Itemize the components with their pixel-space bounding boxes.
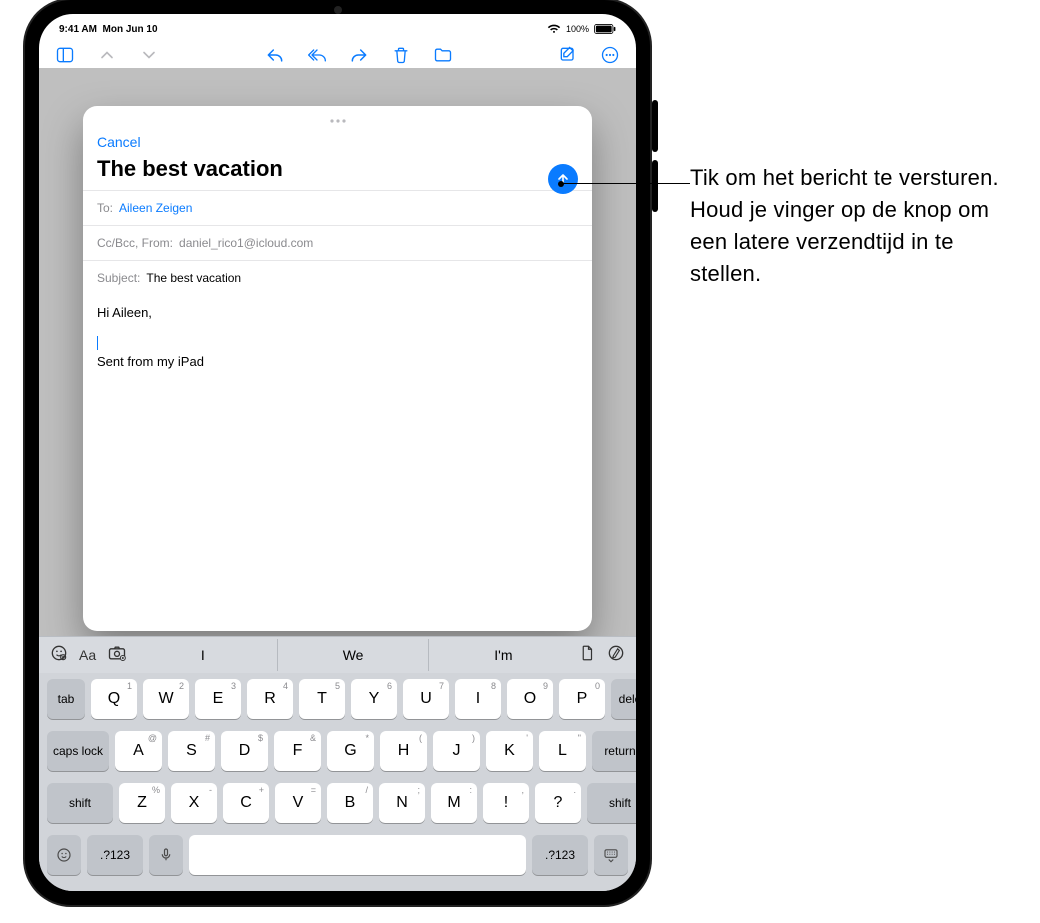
subject-value: The best vacation [146,271,241,285]
folder-icon[interactable] [433,45,453,65]
send-button[interactable] [548,164,578,194]
callout-leader [560,183,690,184]
status-time: 9:41 AM [59,24,97,35]
sticker-icon[interactable] [49,643,69,668]
emoji-key[interactable] [47,835,81,875]
key-a[interactable]: A@ [115,731,162,771]
key-n[interactable]: N; [379,783,425,823]
cc-label: Cc/Bcc, From: [97,236,173,250]
hide-keyboard-key[interactable] [594,835,628,875]
return-key[interactable]: return [592,731,636,771]
key-p[interactable]: P0 [559,679,605,719]
reply-all-icon[interactable] [307,45,327,65]
body-greeting: Hi Aileen, [97,305,578,320]
key-w[interactable]: W2 [143,679,189,719]
key-x[interactable]: X- [171,783,217,823]
key-c[interactable]: C+ [223,783,269,823]
suggestion-1[interactable]: I [128,639,277,671]
compose-title: The best vacation [97,156,578,182]
delete-key[interactable]: delete [611,679,636,719]
battery-icon [594,24,616,34]
compose-body[interactable]: Hi Aileen, Sent from my iPad [83,295,592,631]
key-r[interactable]: R4 [247,679,293,719]
cancel-button[interactable]: Cancel [97,134,141,150]
dictation-key[interactable] [149,835,183,875]
key-?[interactable]: ?. [535,783,581,823]
suggestion-2[interactable]: We [277,639,427,671]
forward-icon[interactable] [349,45,369,65]
key-s[interactable]: S# [168,731,215,771]
key-g[interactable]: G* [327,731,374,771]
ipad-frame: 9:41 AM Mon Jun 10 100% [25,0,650,905]
key-u[interactable]: U7 [403,679,449,719]
subject-field[interactable]: Subject: The best vacation [83,260,592,295]
key-m[interactable]: M: [431,783,477,823]
chevron-down-icon[interactable] [139,45,159,65]
key-b[interactable]: B/ [327,783,373,823]
key-t[interactable]: T5 [299,679,345,719]
key-i[interactable]: I8 [455,679,501,719]
key-d[interactable]: D$ [221,731,268,771]
shift-key-right[interactable]: shift [587,783,636,823]
to-value[interactable]: Aileen Zeigen [119,201,192,215]
body-signature: Sent from my iPad [97,354,578,369]
shift-key-left[interactable]: shift [47,783,113,823]
key-y[interactable]: Y6 [351,679,397,719]
key-z[interactable]: Z% [119,783,165,823]
key-f[interactable]: F& [274,731,321,771]
status-bar: 9:41 AM Mon Jun 10 100% [39,14,636,38]
text-format-icon[interactable]: Aa [79,647,96,663]
key-q[interactable]: Q1 [91,679,137,719]
markup-icon[interactable] [606,643,626,668]
key-j[interactable]: J) [433,731,480,771]
status-date: Mon Jun 10 [103,24,158,35]
sheet-grabber-icon[interactable] [328,112,348,130]
wifi-icon [547,24,561,34]
attachment-icon[interactable] [578,643,596,668]
subject-label: Subject: [97,271,140,285]
space-key[interactable] [189,835,526,875]
hw-volume-down [652,160,658,212]
key-h[interactable]: H( [380,731,427,771]
camera-scan-icon[interactable] [106,643,128,668]
to-field[interactable]: To: Aileen Zeigen [83,190,592,225]
more-icon[interactable] [600,45,620,65]
battery-percent: 100% [566,24,589,34]
keyboard: Aa I We I'm tabQ1W2E3R4T5Y6U7I8O9P0delet… [39,636,636,891]
key-k[interactable]: K' [486,731,533,771]
keyboard-toolbar: Aa I We I'm [39,637,636,673]
suggestion-3[interactable]: I'm [428,639,578,671]
key-![interactable]: !, [483,783,529,823]
reply-icon[interactable] [265,45,285,65]
text-caret [97,336,98,350]
suggestions: I We I'm [128,639,578,671]
trash-icon[interactable] [391,45,411,65]
key-v[interactable]: V= [275,783,321,823]
hw-volume-up [652,100,658,152]
compose-icon[interactable] [558,45,578,65]
compose-sheet: Cancel The best vacation To: Aileen Zeig… [83,106,592,631]
callout-text: Tik om het bericht te versturen. Houd je… [690,162,1020,290]
key-e[interactable]: E3 [195,679,241,719]
key-l[interactable]: L" [539,731,586,771]
tab-key[interactable]: tab [47,679,85,719]
symbols-key-left[interactable]: .?123 [87,835,143,875]
cc-from-field[interactable]: Cc/Bcc, From: daniel_rico1@icloud.com [83,225,592,260]
to-label: To: [97,201,113,215]
camera-dot [334,6,342,14]
chevron-up-icon[interactable] [97,45,117,65]
symbols-key-right[interactable]: .?123 [532,835,588,875]
key-o[interactable]: O9 [507,679,553,719]
sidebar-icon[interactable] [55,45,75,65]
from-value: daniel_rico1@icloud.com [179,236,313,250]
capslock-key[interactable]: caps lock [47,731,109,771]
